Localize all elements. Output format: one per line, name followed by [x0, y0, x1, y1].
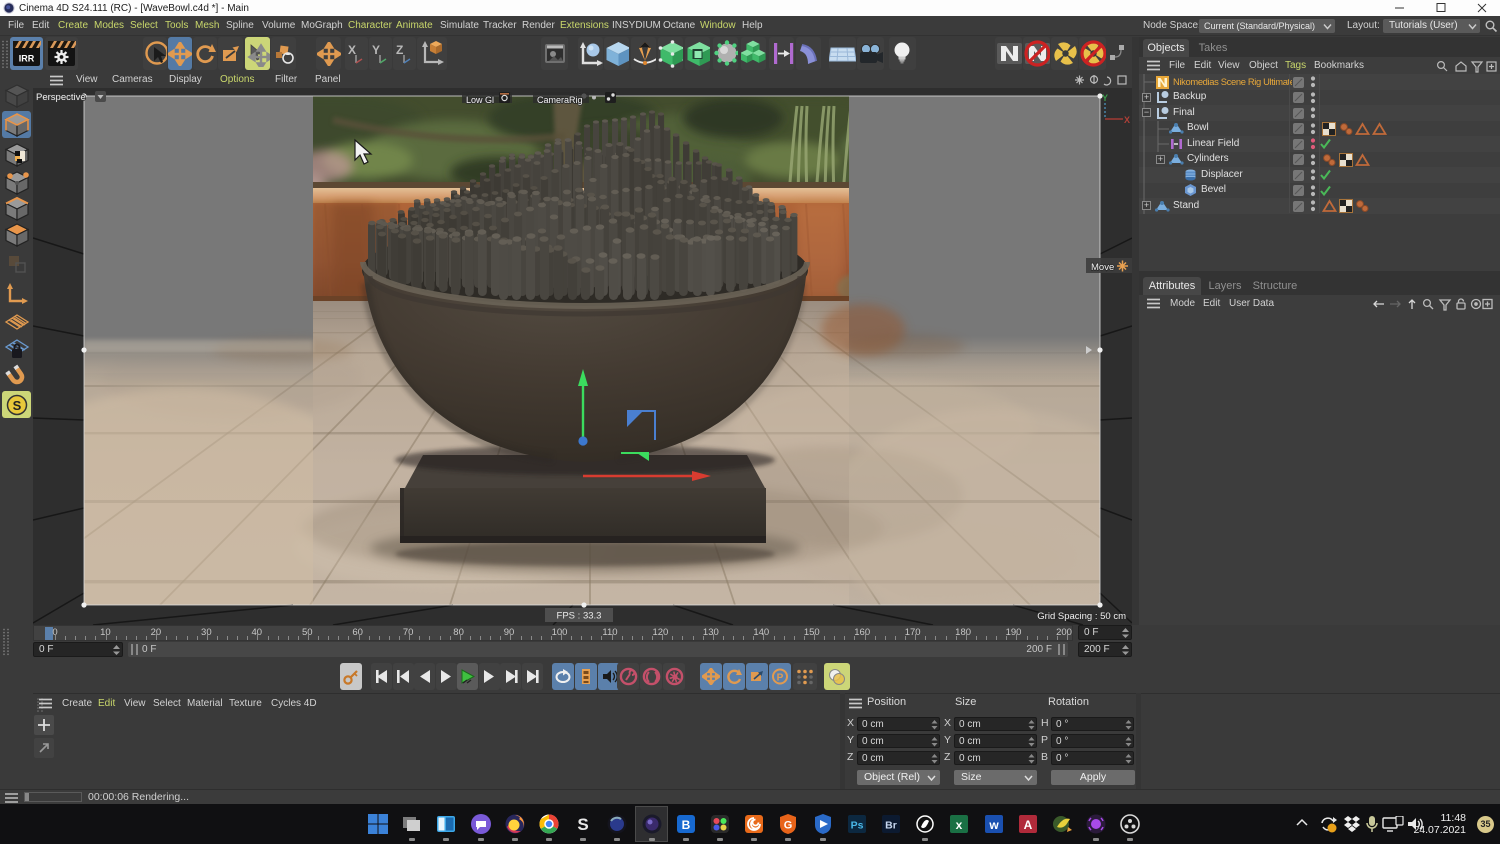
- svg-text:Br: Br: [885, 820, 897, 832]
- svg-text:X: X: [348, 43, 356, 57]
- svg-text:Y: Y: [1102, 93, 1108, 103]
- svg-text:Ps: Ps: [850, 820, 863, 832]
- svg-text:G: G: [784, 820, 793, 832]
- svg-text:Low Gl: Low Gl: [466, 95, 494, 105]
- svg-text:Y: Y: [372, 43, 380, 57]
- svg-text:FPS : 33.3: FPS : 33.3: [557, 611, 602, 622]
- svg-text:S: S: [578, 815, 589, 834]
- svg-text:IRR: IRR: [19, 54, 35, 64]
- svg-text:w: w: [988, 818, 999, 832]
- svg-text:S: S: [12, 398, 21, 413]
- svg-text:Perspective: Perspective: [36, 92, 86, 103]
- svg-text:X: X: [1124, 115, 1130, 125]
- svg-text:P: P: [777, 673, 784, 684]
- svg-text:Z: Z: [396, 43, 403, 57]
- svg-text:A: A: [1023, 818, 1032, 832]
- svg-text:Move: Move: [1091, 262, 1114, 273]
- svg-text:B: B: [681, 818, 690, 832]
- svg-text:CameraRig: CameraRig: [537, 95, 583, 105]
- svg-text:x: x: [956, 818, 963, 832]
- svg-text:Grid Spacing : 50 cm: Grid Spacing : 50 cm: [1037, 611, 1126, 622]
